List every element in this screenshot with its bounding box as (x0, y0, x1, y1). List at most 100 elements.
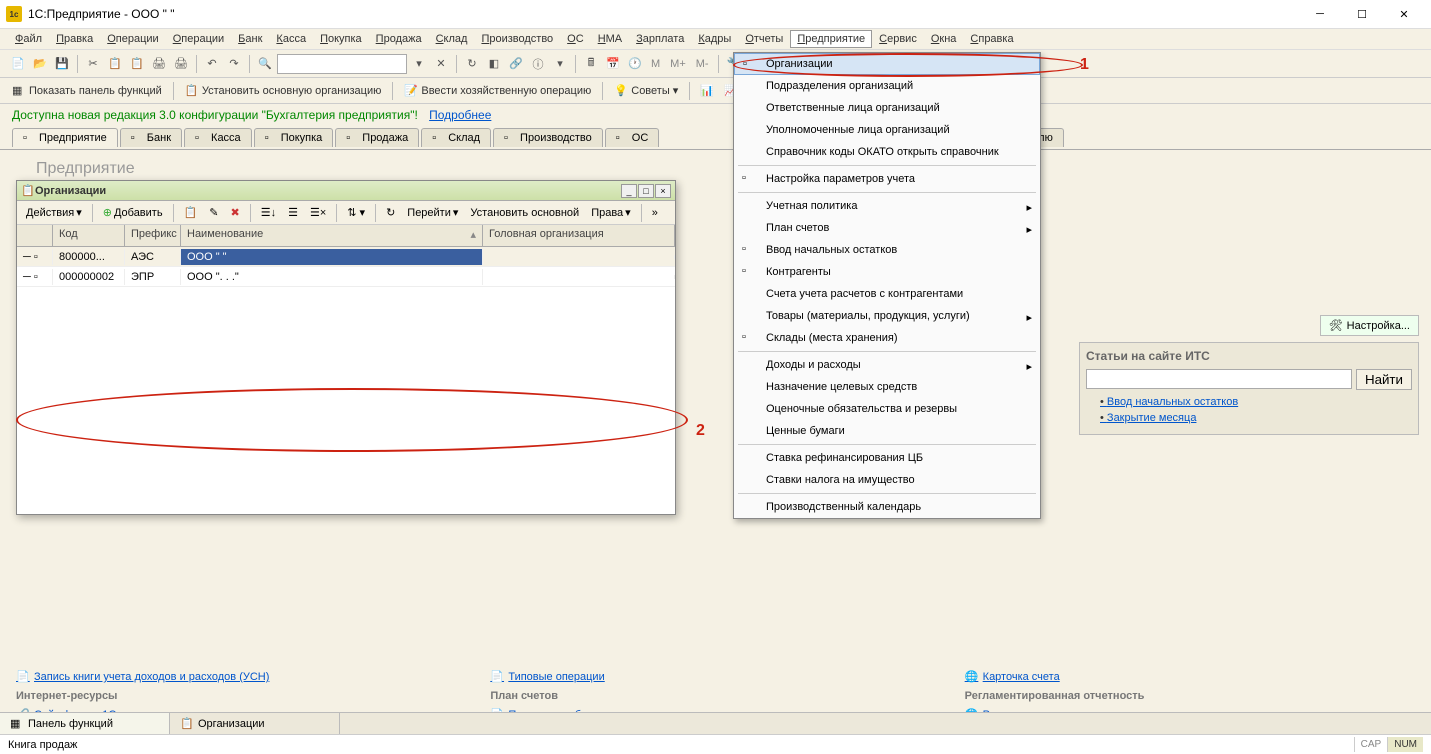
add-button[interactable]: ⊕ Добавить (98, 204, 168, 221)
menu-item-18[interactable]: Оценочные обязательства и резервы (734, 398, 1040, 420)
tab-5[interactable]: ▫Склад (421, 128, 491, 147)
show-functions-button[interactable]: ▦Показать панель функций (8, 82, 166, 100)
filter2-button[interactable]: ☰ (283, 204, 303, 221)
calendar-icon[interactable]: 📅 (603, 54, 623, 74)
close-button[interactable]: ✕ (1383, 2, 1425, 26)
export-button[interactable]: ⇅ ▾ (342, 204, 370, 221)
menu-item-2[interactable]: Ответственные лица организаций (734, 97, 1040, 119)
menu-операции[interactable]: Операции (166, 30, 231, 48)
search-dropdown-icon[interactable]: ▾ (409, 54, 429, 74)
more-button[interactable]: » (647, 205, 663, 221)
link-icon[interactable]: 🔗 (506, 54, 526, 74)
menu-нма[interactable]: НМА (591, 30, 629, 48)
tab-2[interactable]: ▫Касса (184, 128, 252, 147)
menu-отчеты[interactable]: Отчеты (738, 30, 790, 48)
menu-item-8[interactable]: Учетная политика▸ (734, 195, 1040, 217)
info-link[interactable]: Подробнее (429, 108, 491, 122)
redo-icon[interactable]: ↷ (224, 54, 244, 74)
menu-item-10[interactable]: ▫Ввод начальных остатков (734, 239, 1040, 261)
menu-item-6[interactable]: ▫Настройка параметров учета (734, 168, 1040, 190)
table-row[interactable]: ─ ▫800000...АЭСООО " " (17, 247, 675, 267)
new-icon[interactable]: 📄 (8, 54, 28, 74)
menu-item-12[interactable]: Счета учета расчетов с контрагентами (734, 283, 1040, 305)
menu-item-4[interactable]: Справочник коды ОКАТО открыть справочник (734, 141, 1040, 163)
undo-icon[interactable]: ↶ (202, 54, 222, 74)
clock-icon[interactable]: 🕐 (625, 54, 645, 74)
menu-item-22[interactable]: Ставки налога на имущество (734, 469, 1040, 491)
tab-4[interactable]: ▫Продажа (335, 128, 419, 147)
open-icon[interactable]: 📂 (30, 54, 50, 74)
actions-button[interactable]: Действия ▾ (21, 204, 87, 221)
menu-item-14[interactable]: ▫Склады (места хранения) (734, 327, 1040, 349)
task-panel-functions[interactable]: ▦Панель функций (0, 713, 170, 734)
menu-касса[interactable]: Касса (269, 30, 313, 48)
menu-зарплата[interactable]: Зарплата (629, 30, 691, 48)
subwindow-titlebar[interactable]: 📋 Организации _ □ × (17, 181, 675, 201)
paste-icon[interactable]: 📋 (127, 54, 147, 74)
menu-производство[interactable]: Производство (474, 30, 560, 48)
menu-покупка[interactable]: Покупка (313, 30, 369, 48)
menu-item-17[interactable]: Назначение целевых средств (734, 376, 1040, 398)
tab-0[interactable]: ▫Предприятие (12, 128, 118, 147)
menu-кадры[interactable]: Кадры (691, 30, 738, 48)
right-search-input[interactable] (1086, 369, 1352, 389)
tab-6[interactable]: ▫Производство (493, 128, 603, 147)
save-icon[interactable]: 💾 (52, 54, 72, 74)
menu-склад[interactable]: Склад (429, 30, 475, 48)
print-preview-icon[interactable]: 🖨 (171, 54, 191, 74)
task-organisations[interactable]: 📋Организации (170, 713, 340, 734)
col-icon[interactable] (17, 225, 53, 246)
tips-button[interactable]: 💡Советы▾ (610, 82, 682, 100)
menu-предприятие[interactable]: Предприятие (790, 30, 872, 48)
col-prefix[interactable]: Префикс (125, 225, 181, 246)
copy-button[interactable]: 📋 (179, 204, 203, 221)
col-code[interactable]: Код (53, 225, 125, 246)
sub-maximize-button[interactable]: □ (638, 184, 654, 198)
menu-сервис[interactable]: Сервис (872, 30, 924, 48)
menu-item-16[interactable]: Доходы и расходы▸ (734, 354, 1040, 376)
filter3-button[interactable]: ☰× (305, 204, 331, 221)
delete-button[interactable]: ✖ (226, 204, 245, 221)
set-main-button[interactable]: Установить основной (465, 205, 584, 221)
menu-item-1[interactable]: Подразделения организаций (734, 75, 1040, 97)
tab-7[interactable]: ▫ОС (605, 128, 660, 147)
menu-item-21[interactable]: Ставка рефинансирования ЦБ (734, 447, 1040, 469)
help-icon[interactable]: ⓘ (528, 54, 548, 74)
maximize-button[interactable]: ☐ (1341, 2, 1383, 26)
sub-minimize-button[interactable]: _ (621, 184, 637, 198)
sub-close-button[interactable]: × (655, 184, 671, 198)
tab-3[interactable]: ▫Покупка (254, 128, 334, 147)
menu-правка[interactable]: Правка (49, 30, 100, 48)
search-icon[interactable]: 🔍 (255, 54, 275, 74)
refresh-icon[interactable]: ↻ (462, 54, 482, 74)
col-name[interactable]: Наименование▴ (181, 225, 483, 246)
print-icon[interactable]: 🖨 (149, 54, 169, 74)
set-main-org-button[interactable]: 📋Установить основную организацию (181, 82, 386, 100)
settings-button[interactable]: 🛠 Настройка... (1320, 315, 1419, 336)
mplus-button[interactable]: M+ (666, 56, 690, 72)
search-input[interactable] (277, 54, 407, 74)
edit-button[interactable]: ✎ (204, 204, 223, 221)
rights-button[interactable]: Права ▾ (586, 204, 636, 221)
chart-icon[interactable]: 📊 (697, 81, 717, 101)
menu-банк[interactable]: Банк (231, 30, 269, 48)
clear-search-icon[interactable]: ✕ (431, 54, 451, 74)
menu-файл[interactable]: Файл (8, 30, 49, 48)
mminus-button[interactable]: M- (692, 56, 713, 72)
filter1-button[interactable]: ☰↓ (256, 204, 281, 221)
nav-icon[interactable]: ◧ (484, 54, 504, 74)
find-button[interactable]: Найти (1356, 369, 1412, 390)
enter-operation-button[interactable]: 📝Ввести хозяйственную операцию (400, 82, 595, 100)
menu-продажа[interactable]: Продажа (369, 30, 429, 48)
card-account-link[interactable]: 🌐Карточка счета (965, 670, 1415, 684)
right-link-1[interactable]: Закрытие месяца (1100, 412, 1412, 424)
menu-item-19[interactable]: Ценные бумаги (734, 420, 1040, 442)
menu-item-11[interactable]: ▫Контрагенты (734, 261, 1040, 283)
right-link-0[interactable]: Ввод начальных остатков (1100, 396, 1412, 408)
tab-1[interactable]: ▫Банк (120, 128, 182, 147)
menu-item-3[interactable]: Уполномоченные лица организаций (734, 119, 1040, 141)
copy-icon[interactable]: 📋 (105, 54, 125, 74)
menu-операции[interactable]: Операции (100, 30, 165, 48)
calc-icon[interactable]: 🖩 (581, 54, 601, 74)
menu-item-13[interactable]: Товары (материалы, продукция, услуги)▸ (734, 305, 1040, 327)
